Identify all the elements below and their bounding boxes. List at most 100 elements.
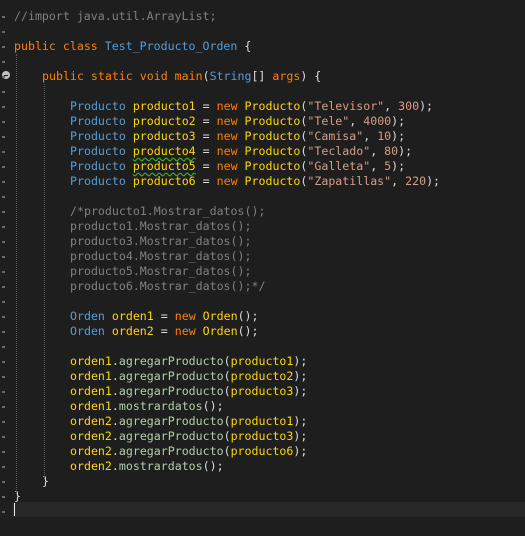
code-token: ); bbox=[293, 444, 308, 458]
gutter-mark bbox=[2, 511, 5, 513]
code-token: void bbox=[139, 69, 168, 83]
code-token: new bbox=[174, 309, 196, 323]
code-token: producto3 bbox=[132, 129, 196, 143]
indent-guide bbox=[16, 54, 17, 494]
code-token: Producto bbox=[70, 174, 126, 188]
code-token: Producto bbox=[70, 144, 126, 158]
code-line[interactable]: orden2.agregarProducto(producto6); bbox=[70, 444, 307, 459]
code-token: Producto bbox=[70, 99, 126, 113]
gutter-mark bbox=[2, 106, 5, 108]
code-token: = bbox=[195, 159, 217, 173]
code-token: producto1 bbox=[132, 99, 196, 113]
gutter-mark bbox=[2, 331, 5, 333]
code-token: new bbox=[216, 114, 238, 128]
code-line[interactable]: producto6.Mostrar_datos();*/ bbox=[70, 279, 265, 294]
code-token: String bbox=[209, 69, 252, 83]
gutter-mark bbox=[2, 91, 5, 93]
code-token: Orden bbox=[70, 309, 105, 323]
code-token: ); bbox=[391, 159, 406, 173]
code-token: (); bbox=[202, 399, 224, 413]
code-token: . bbox=[111, 354, 119, 368]
code-token: public bbox=[42, 69, 84, 83]
code-line[interactable]: public static void main(String[] args) { bbox=[42, 69, 321, 84]
code-line[interactable]: Producto producto5 = new Producto("Galle… bbox=[70, 159, 405, 174]
code-token: ); bbox=[391, 129, 406, 143]
code-line[interactable]: //import java.util.ArrayList; bbox=[14, 9, 216, 24]
code-token: , bbox=[391, 174, 406, 188]
code-token: //import java.util.ArrayList; bbox=[14, 9, 217, 23]
code-token: producto2 bbox=[230, 369, 294, 383]
code-line[interactable]: producto3.Mostrar_datos(); bbox=[70, 234, 251, 249]
gutter-mark bbox=[2, 481, 5, 483]
code-token: (); bbox=[202, 459, 224, 473]
code-line[interactable]: Producto producto4 = new Producto("Tecla… bbox=[70, 144, 412, 159]
code-token: producto1 bbox=[230, 414, 294, 428]
gutter-mark bbox=[2, 466, 5, 468]
code-line[interactable]: Producto producto3 = new Producto("Camis… bbox=[70, 129, 405, 144]
code-line[interactable]: orden1.agregarProducto(producto2); bbox=[70, 369, 307, 384]
code-token: producto4 bbox=[132, 144, 196, 158]
code-token: ); bbox=[293, 429, 308, 443]
code-line[interactable]: orden1.agregarProducto(producto3); bbox=[70, 384, 307, 399]
gutter-mark bbox=[2, 346, 5, 348]
code-line[interactable]: orden2.mostrardatos(); bbox=[70, 459, 224, 474]
gutter-mark bbox=[2, 496, 5, 498]
code-token: mostrardatos bbox=[118, 459, 203, 473]
code-token: orden2 bbox=[70, 459, 112, 473]
code-token: [] bbox=[251, 69, 273, 83]
code-line[interactable]: public class Test_Producto_Orden { bbox=[14, 39, 251, 54]
code-line[interactable]: orden2.agregarProducto(producto3); bbox=[70, 429, 307, 444]
code-token: Producto bbox=[244, 159, 301, 173]
code-token: ); bbox=[391, 114, 406, 128]
gutter-mark bbox=[2, 226, 5, 228]
code-token: producto4.Mostrar_datos(); bbox=[70, 249, 252, 263]
code-line[interactable]: /*producto1.Mostrar_datos(); bbox=[70, 204, 265, 219]
code-token: agregarProducto bbox=[118, 384, 224, 398]
code-token: producto3 bbox=[230, 429, 294, 443]
code-token: ); bbox=[293, 369, 308, 383]
code-token: . bbox=[111, 399, 119, 413]
code-line[interactable]: producto5.Mostrar_datos(); bbox=[70, 264, 251, 279]
code-line[interactable]: Orden orden1 = new Orden(); bbox=[70, 309, 259, 324]
code-token: { bbox=[237, 39, 252, 53]
code-token: producto6.Mostrar_datos();*/ bbox=[70, 279, 266, 293]
code-token: ( bbox=[223, 369, 231, 383]
code-token: Orden bbox=[70, 324, 105, 338]
code-token: public bbox=[14, 39, 56, 53]
code-token: agregarProducto bbox=[118, 354, 224, 368]
code-token: . bbox=[111, 459, 119, 473]
gutter-mark bbox=[2, 151, 5, 153]
code-token: . bbox=[111, 414, 119, 428]
code-token: = bbox=[195, 174, 217, 188]
code-line[interactable]: Producto producto1 = new Producto("Telev… bbox=[70, 99, 433, 114]
code-line[interactable]: orden1.mostrardatos(); bbox=[70, 399, 224, 414]
code-line[interactable]: producto1.Mostrar_datos(); bbox=[70, 219, 251, 234]
code-line[interactable]: producto4.Mostrar_datos(); bbox=[70, 249, 251, 264]
code-line[interactable]: Producto producto2 = new Producto("Tele"… bbox=[70, 114, 405, 129]
gutter-mark bbox=[2, 286, 5, 288]
code-line[interactable]: orden2.agregarProducto(producto1); bbox=[70, 414, 307, 429]
code-line[interactable]: Orden orden2 = new Orden(); bbox=[70, 324, 259, 339]
code-token: 4000 bbox=[363, 114, 392, 128]
code-line[interactable]: orden1.agregarProducto(producto1); bbox=[70, 354, 307, 369]
code-line[interactable]: Producto producto6 = new Producto("Zapat… bbox=[70, 174, 440, 189]
code-token: producto2 bbox=[132, 114, 196, 128]
code-token: 10 bbox=[377, 129, 392, 143]
text-caret bbox=[14, 503, 15, 516]
gutter-mark bbox=[2, 31, 5, 33]
gutter-mark bbox=[2, 271, 5, 273]
code-token: (); bbox=[237, 309, 259, 323]
gutter-mark bbox=[2, 451, 5, 453]
